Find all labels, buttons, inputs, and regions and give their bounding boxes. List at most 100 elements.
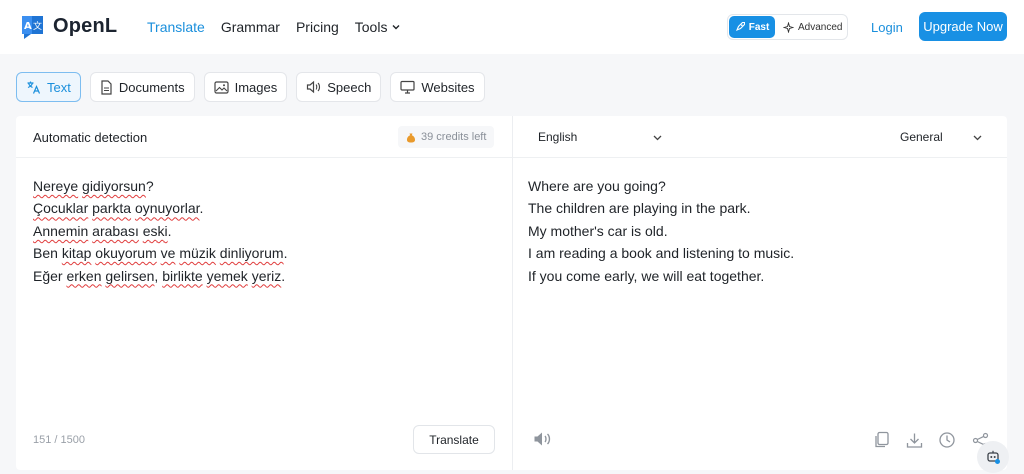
image-icon	[213, 80, 229, 94]
tab-documents[interactable]: Documents	[89, 72, 195, 102]
misspelled-word: gidiyorsun	[82, 178, 146, 194]
tab-speech[interactable]: Speech	[296, 72, 382, 102]
translator-panels: Automatic detection 39 credits left Nere…	[16, 116, 1007, 470]
bot-icon	[987, 450, 1000, 464]
source-panel: Automatic detection 39 credits left Nere…	[16, 116, 512, 470]
quality-mode-toggle: Fast Advanced	[727, 14, 848, 40]
svg-text:A: A	[24, 21, 32, 32]
credits-label: 39 credits left	[421, 131, 487, 143]
top-header: A 文 OpenL Translate Grammar Pricing Tool…	[0, 0, 1024, 54]
translation-output: Where are you going? The children are pla…	[528, 175, 794, 287]
source-text-line: Annemin arabası eski.	[33, 220, 287, 242]
translation-line: If you come early, we will eat together.	[528, 267, 765, 284]
tab-websites-label: Websites	[421, 79, 475, 95]
text-segment: ?	[145, 178, 154, 194]
source-language-select[interactable]: Automatic detection	[33, 130, 147, 145]
source-text-line: Nereye gidiyorsun?	[33, 175, 287, 197]
tab-speech-label: Speech	[327, 79, 372, 95]
misspelled-word: dinliyorum	[219, 245, 284, 262]
copy-icon	[874, 431, 889, 448]
translate-button[interactable]: Translate	[413, 425, 495, 454]
nav-translate[interactable]: Translate	[147, 19, 205, 35]
brand-name: OpenL	[53, 15, 118, 37]
listen-button[interactable]	[533, 431, 552, 452]
download-button[interactable]	[904, 430, 924, 450]
history-button[interactable]	[937, 430, 957, 450]
source-text-line: Eğer erken gelirsen, birlikte yemek yeri…	[33, 265, 287, 287]
login-link[interactable]: Login	[871, 20, 903, 35]
nav-pricing[interactable]: Pricing	[296, 19, 339, 35]
translation-line: I am reading a book and listening to mus…	[528, 245, 795, 262]
misspelled-word: oynuyorlar	[134, 200, 200, 217]
target-language-label: English	[538, 130, 578, 144]
source-text-line: Çocuklar parkta oynuyorlar.	[33, 197, 287, 219]
monitor-icon	[400, 80, 415, 94]
tab-text[interactable]: Text	[16, 72, 81, 102]
source-text-input[interactable]: Nereye gidiyorsun? Çocuklar parkta oynuyo…	[33, 175, 287, 287]
assistant-widget-button[interactable]	[977, 441, 1009, 473]
tab-websites[interactable]: Websites	[390, 72, 485, 102]
speaker-icon	[307, 80, 321, 94]
target-panel: English General Where are you going? The …	[513, 116, 1007, 470]
misspelled-word: erken	[66, 267, 102, 284]
mode-fast-label: Fast	[748, 21, 770, 33]
input-type-tabs: Text Documents Images Speech Websites	[16, 72, 485, 102]
misspelled-word: kitap	[61, 245, 92, 262]
mode-advanced-label: Advanced	[798, 21, 843, 33]
text-segment: .	[199, 200, 204, 217]
download-icon	[906, 433, 922, 448]
source-text-line: Ben kitap okuyorum ve müzik dinliyorum.	[33, 242, 287, 264]
misspelled-word: müzik	[179, 245, 216, 262]
speaker-icon	[534, 432, 551, 446]
translate-icon	[27, 81, 41, 94]
main-nav: Translate Grammar Pricing Tools	[147, 0, 401, 54]
target-toolbar: English General	[513, 116, 1007, 158]
output-actions	[871, 430, 990, 450]
rocket-icon	[735, 22, 745, 32]
mode-advanced-button[interactable]: Advanced	[783, 16, 842, 38]
text-segment: Eğer	[33, 267, 67, 284]
target-language-select[interactable]: English	[538, 130, 663, 144]
chevron-down-icon	[653, 135, 662, 140]
document-icon	[101, 79, 112, 95]
history-icon	[939, 432, 955, 448]
tab-documents-label: Documents	[118, 79, 185, 95]
translation-line: My mother's car is old.	[528, 222, 668, 239]
misspelled-word: Nereye	[33, 178, 79, 194]
mode-fast-button[interactable]: Fast	[729, 16, 775, 38]
tab-images[interactable]: Images	[203, 72, 288, 102]
misspelled-word: arabası	[92, 222, 139, 239]
misspelled-word: eski	[142, 222, 168, 239]
domain-label: General	[900, 130, 943, 144]
nav-grammar[interactable]: Grammar	[221, 19, 280, 35]
text-segment: .	[283, 245, 288, 262]
misspelled-word: birlikte	[162, 267, 203, 284]
source-toolbar: Automatic detection 39 credits left	[16, 116, 512, 158]
nav-tools[interactable]: Tools	[355, 19, 402, 35]
character-counter: 151 / 1500	[33, 434, 85, 446]
misspelled-word: okuyorum	[95, 245, 157, 262]
text-segment: .	[281, 267, 286, 284]
misspelled-word: parkta	[92, 200, 132, 217]
translation-line: The children are playing in the park.	[528, 200, 751, 217]
misspelled-word: ve	[160, 245, 176, 262]
misspelled-word: Çocuklar	[33, 200, 89, 217]
chevron-down-icon	[973, 135, 982, 140]
money-bag-icon	[406, 133, 416, 142]
translation-line: Where are you going?	[528, 178, 666, 194]
sparkle-icon	[783, 21, 794, 33]
misspelled-word: yeriz	[251, 267, 282, 284]
upgrade-now-button[interactable]: Upgrade Now	[919, 12, 1007, 41]
text-segment: Ben	[33, 245, 62, 262]
svg-text:文: 文	[33, 20, 42, 32]
copy-button[interactable]	[871, 430, 891, 450]
nav-tools-label: Tools	[354, 19, 388, 35]
misspelled-word: gelirsen	[105, 267, 155, 284]
chevron-down-icon	[392, 25, 400, 30]
tab-images-label: Images	[234, 79, 278, 95]
domain-select[interactable]: General	[900, 130, 983, 144]
brand-logo[interactable]: A 文 OpenL	[19, 13, 117, 40]
misspelled-word: yemek	[206, 267, 248, 284]
text-segment: .	[167, 222, 172, 239]
tab-text-label: Text	[47, 79, 71, 95]
